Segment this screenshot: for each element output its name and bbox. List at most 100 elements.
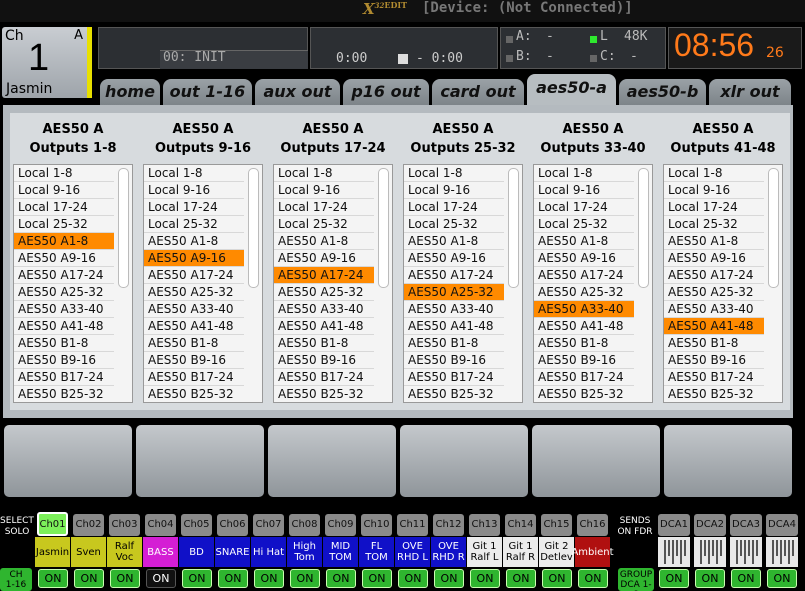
scrollbar[interactable] [118, 168, 129, 288]
channel-select-button[interactable]: Ch07 [253, 514, 284, 536]
tab-aux-out[interactable]: aux out [255, 79, 340, 105]
dca-select-button[interactable]: DCA2 [694, 514, 726, 536]
source-option[interactable]: AES50 B17-24 [274, 369, 374, 386]
output-source-list[interactable]: Local 1-8 Local 9-16 Local 17-24 Local 25-3… [273, 164, 393, 403]
channel-select-button[interactable]: Ch03 [109, 514, 140, 536]
source-option[interactable]: Local 9-16 [274, 182, 374, 199]
channel-on-button[interactable]: ON [578, 569, 608, 588]
source-option[interactable]: AES50 A1-8 [274, 233, 374, 250]
source-option[interactable]: Local 1-8 [14, 165, 114, 182]
channel-on-button[interactable]: ON [434, 569, 464, 588]
tab-p16-out[interactable]: p16 out [343, 79, 429, 105]
source-option[interactable]: AES50 B25-32 [144, 386, 244, 402]
source-option[interactable]: AES50 B9-16 [14, 352, 114, 369]
output-source-list[interactable]: Local 1-8 Local 9-16 Local 17-24 Local 25-3… [13, 164, 133, 403]
source-option[interactable]: AES50 A1-8 [14, 233, 114, 250]
scrollbar[interactable] [508, 168, 519, 288]
source-option[interactable]: AES50 A25-32 [664, 284, 764, 301]
source-option[interactable]: AES50 A9-16 [404, 250, 504, 267]
source-option[interactable]: AES50 A17-24 [404, 267, 504, 284]
dca-on-button[interactable]: ON [695, 569, 725, 588]
source-option[interactable]: AES50 B9-16 [664, 352, 764, 369]
source-option[interactable]: AES50 B9-16 [144, 352, 244, 369]
source-option[interactable]: Local 9-16 [664, 182, 764, 199]
channel-on-button[interactable]: ON [362, 569, 392, 588]
output-source-list[interactable]: Local 1-8 Local 9-16 Local 17-24 Local 25-3… [663, 164, 783, 403]
channel-on-button[interactable]: ON [326, 569, 356, 588]
channel-on-button[interactable]: ON [398, 569, 428, 588]
source-option[interactable]: Local 1-8 [534, 165, 634, 182]
source-option[interactable]: AES50 B25-32 [404, 386, 504, 402]
source-option[interactable]: AES50 B17-24 [664, 369, 764, 386]
source-option[interactable]: Local 25-32 [534, 216, 634, 233]
source-option[interactable]: AES50 A41-48 [274, 318, 374, 335]
source-option[interactable]: AES50 B25-32 [534, 386, 634, 402]
source-option[interactable]: Local 17-24 [534, 199, 634, 216]
tab-aes50-b[interactable]: aes50-b [619, 79, 706, 105]
dca-select-button[interactable]: DCA1 [658, 514, 690, 536]
channel-on-button[interactable]: ON [182, 569, 212, 588]
source-option[interactable]: AES50 A33-40 [274, 301, 374, 318]
source-option[interactable]: AES50 B1-8 [404, 335, 504, 352]
source-option[interactable]: AES50 B1-8 [274, 335, 374, 352]
channel-select-button[interactable]: Ch08 [289, 514, 320, 536]
source-option[interactable]: AES50 A17-24 [274, 267, 374, 284]
source-option[interactable]: Local 25-32 [144, 216, 244, 233]
channel-select-button[interactable]: Ch10 [361, 514, 392, 536]
source-option[interactable]: AES50 A41-48 [144, 318, 244, 335]
source-option[interactable]: Local 17-24 [404, 199, 504, 216]
dca-on-button[interactable]: ON [659, 569, 689, 588]
source-option[interactable]: AES50 A9-16 [274, 250, 374, 267]
dca-on-button[interactable]: ON [731, 569, 761, 588]
source-option[interactable]: Local 1-8 [274, 165, 374, 182]
source-option[interactable]: Local 1-8 [404, 165, 504, 182]
source-option[interactable]: AES50 A17-24 [144, 267, 244, 284]
source-option[interactable]: AES50 A41-48 [404, 318, 504, 335]
source-option[interactable]: AES50 B17-24 [14, 369, 114, 386]
source-option[interactable]: Local 9-16 [534, 182, 634, 199]
channel-on-button[interactable]: ON [506, 569, 536, 588]
dca-select-button[interactable]: DCA4 [766, 514, 798, 536]
source-option[interactable]: Local 17-24 [14, 199, 114, 216]
source-option[interactable]: AES50 B1-8 [144, 335, 244, 352]
output-source-list[interactable]: Local 1-8 Local 9-16 Local 17-24 Local 25-3… [403, 164, 523, 403]
scrollbar[interactable] [248, 168, 259, 288]
source-option[interactable]: Local 25-32 [14, 216, 114, 233]
source-option[interactable]: AES50 A33-40 [534, 301, 634, 318]
output-source-list[interactable]: Local 1-8 Local 9-16 Local 17-24 Local 25-3… [533, 164, 653, 403]
source-option[interactable]: AES50 A9-16 [144, 250, 244, 267]
source-option[interactable]: AES50 B9-16 [274, 352, 374, 369]
channel-on-button[interactable]: ON [470, 569, 500, 588]
source-option[interactable]: Local 1-8 [664, 165, 764, 182]
channel-select-button[interactable]: Ch11 [397, 514, 428, 536]
source-option[interactable]: AES50 A17-24 [664, 267, 764, 284]
channel-select-button[interactable]: Ch01 [37, 512, 68, 536]
source-option[interactable]: AES50 A33-40 [14, 301, 114, 318]
channel-select-button[interactable]: Ch04 [145, 514, 176, 536]
source-option[interactable]: AES50 B25-32 [14, 386, 114, 402]
source-option[interactable]: AES50 A25-32 [274, 284, 374, 301]
channel-on-button[interactable]: ON [290, 569, 320, 588]
scrollbar[interactable] [768, 168, 779, 288]
channel-on-button[interactable]: ON [146, 569, 176, 588]
source-option[interactable]: AES50 B1-8 [664, 335, 764, 352]
source-option[interactable]: Local 25-32 [404, 216, 504, 233]
channel-on-button[interactable]: ON [74, 569, 104, 588]
source-option[interactable]: Local 25-32 [664, 216, 764, 233]
source-option[interactable]: Local 17-24 [144, 199, 244, 216]
selected-channel-display[interactable]: Ch A 1 Jasmin [2, 27, 92, 98]
source-option[interactable]: AES50 A33-40 [404, 301, 504, 318]
source-option[interactable]: AES50 A17-24 [534, 267, 634, 284]
source-option[interactable]: AES50 A41-48 [664, 318, 764, 335]
source-option[interactable]: AES50 A9-16 [14, 250, 114, 267]
channel-select-button[interactable]: Ch12 [433, 514, 464, 536]
source-option[interactable]: AES50 A41-48 [14, 318, 114, 335]
source-option[interactable]: Local 9-16 [14, 182, 114, 199]
source-option[interactable]: AES50 A1-8 [664, 233, 764, 250]
source-option[interactable]: AES50 A25-32 [144, 284, 244, 301]
source-option[interactable]: AES50 B17-24 [534, 369, 634, 386]
source-option[interactable]: AES50 B25-32 [664, 386, 764, 402]
source-option[interactable]: Local 9-16 [404, 182, 504, 199]
source-option[interactable]: AES50 B1-8 [534, 335, 634, 352]
channel-on-button[interactable]: ON [218, 569, 248, 588]
